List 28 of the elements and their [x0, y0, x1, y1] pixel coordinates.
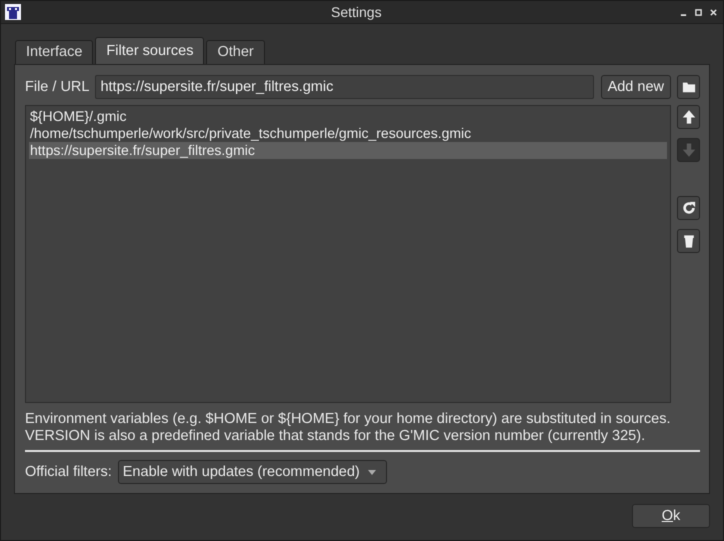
- close-icon[interactable]: [710, 8, 717, 16]
- app-icon: [5, 4, 21, 20]
- tab[interactable]: Other: [206, 40, 265, 64]
- list-item[interactable]: ${HOME}/.gmic: [29, 108, 667, 125]
- list-item[interactable]: https://supersite.fr/super_filtres.gmic: [29, 142, 667, 159]
- list-item[interactable]: /home/tschumperle/work/src/private_tschumperle/gmic_resources.gmic: [29, 125, 667, 142]
- folder-icon: [682, 80, 696, 94]
- tab[interactable]: Interface: [15, 40, 94, 64]
- official-filters-dropdown[interactable]: Enable with updates (recommended): [118, 460, 387, 484]
- maximize-icon[interactable]: [695, 8, 702, 16]
- caret-icon: [368, 470, 376, 474]
- reload-icon: [682, 201, 696, 215]
- move-up-button[interactable]: [677, 105, 700, 129]
- reload-button[interactable]: [677, 196, 700, 220]
- tab[interactable]: Filter sources: [95, 37, 204, 64]
- delete-button[interactable]: [677, 229, 700, 253]
- window-title: Settings: [331, 4, 382, 20]
- info-text: Environment variables (e.g. $HOME or ${HOME} for your home directory) are substituted in sources.: [25, 411, 672, 428]
- field-label: Official filters:: [25, 464, 112, 480]
- open-folder-button[interactable]: [677, 75, 700, 99]
- arrow-up-icon: [682, 110, 696, 124]
- add-new-button[interactable]: Add new: [600, 75, 671, 99]
- field-label: File / URL: [25, 79, 90, 95]
- url-field[interactable]: https://supersite.fr/super_filtres.gmic: [95, 75, 594, 99]
- arrow-down-icon: [682, 143, 696, 157]
- ok-button[interactable]: Ok: [632, 504, 710, 528]
- info-text: VERSION is also a predefined variable that stands for the G'MIC version number (currently 325).: [25, 428, 646, 445]
- trash-icon: [682, 234, 696, 248]
